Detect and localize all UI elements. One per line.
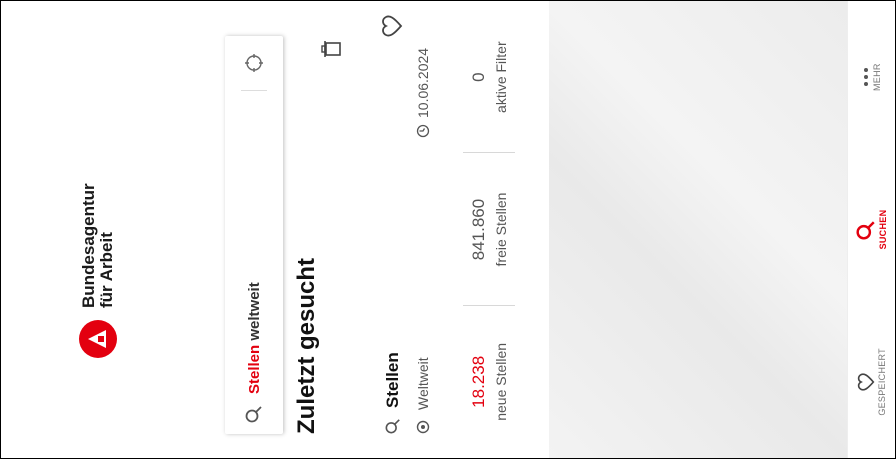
location-pin-icon [416, 420, 430, 434]
crosshair-icon [245, 54, 263, 72]
stat-new-jobs-label: neue Stellen [493, 342, 509, 421]
brand-line-1: Bundesagentur [79, 183, 98, 308]
card-location: Weltweit [415, 357, 431, 410]
card-date-text: 10.06.2024 [415, 47, 431, 118]
search-query-scope: weltweit [245, 282, 263, 345]
nav-item-search[interactable]: SUCHEN [848, 153, 895, 305]
stat-open-jobs: 841.860 freie Stellen [449, 153, 529, 305]
stat-new-jobs: 18.238 neue Stellen [449, 306, 529, 458]
stat-active-filters-value: 0 [469, 72, 488, 82]
search-query-keyword: Stellen [245, 344, 263, 394]
locate-button[interactable] [244, 36, 264, 90]
header: Bundesagentur für Arbeit [1, 1, 211, 458]
bottom-navigation: GESPEICHERT SUCHEN MEHR [847, 1, 895, 458]
recent-search-card[interactable]: Stellen Weltweit 10.06.2024 18.238 neue … [369, 1, 549, 458]
stat-active-filters-label: aktive Filter [493, 41, 509, 113]
stat-open-jobs-value: 841.860 [469, 198, 488, 261]
nav-item-search-label: SUCHEN [878, 209, 888, 250]
stat-active-filters: 0 aktive Filter [449, 1, 529, 153]
card-stats: 18.238 neue Stellen 841.860 freie Stelle… [449, 1, 529, 458]
nav-item-more-label: MEHR [872, 63, 882, 92]
brand-name: Bundesagentur für Arbeit [79, 183, 116, 308]
clock-icon [416, 124, 430, 138]
stat-open-jobs-label: freie Stellen [493, 192, 509, 267]
search-icon [245, 394, 263, 434]
save-search-button[interactable] [381, 14, 408, 38]
card-title: Stellen [383, 352, 402, 408]
recent-searches-heading: Zuletzt gesucht [293, 257, 320, 434]
card-location-row: Weltweit [415, 357, 431, 434]
nav-item-more[interactable]: MEHR [848, 1, 895, 153]
search-bar[interactable]: Stellen weltweit [225, 36, 283, 434]
card-title-row: Stellen [383, 352, 403, 434]
search-query[interactable]: Stellen weltweit [246, 91, 263, 394]
card-date: 10.06.2024 [415, 48, 431, 138]
background-area [549, 1, 847, 458]
brand-line-2: für Arbeit [97, 232, 116, 308]
heart-icon [857, 373, 875, 391]
search-icon [856, 220, 875, 240]
delete-recent-button[interactable] [321, 40, 346, 58]
brand-logo: Bundesagentur für Arbeit [79, 183, 117, 358]
app-screen: Bundesagentur für Arbeit Stellen weltwei… [1, 1, 895, 458]
trash-icon [321, 41, 341, 57]
more-icon [864, 68, 868, 87]
nav-item-saved-label: GESPEICHERT [877, 348, 887, 416]
stat-new-jobs-value: 18.238 [469, 355, 488, 408]
ba-logo-icon [79, 320, 117, 358]
nav-item-saved[interactable]: GESPEICHERT [848, 306, 895, 458]
heart-icon [382, 15, 403, 37]
search-divider [241, 90, 267, 91]
app-frame: Bundesagentur für Arbeit Stellen weltwei… [0, 0, 896, 459]
search-icon [385, 419, 400, 434]
